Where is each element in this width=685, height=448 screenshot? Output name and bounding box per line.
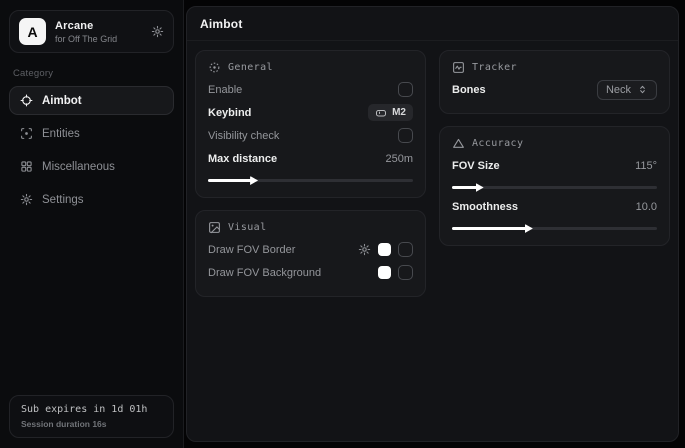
accuracy-card-header: Accuracy — [452, 137, 657, 150]
app-logo: A — [19, 18, 46, 45]
bones-label: Bones — [452, 84, 486, 96]
sidebar-item-aimbot[interactable]: Aimbot — [9, 86, 174, 115]
card-header-label: General — [228, 62, 273, 73]
bones-select[interactable]: Neck — [597, 80, 657, 100]
brand-text: Arcane for Off The Grid — [55, 20, 142, 44]
enable-row: Enable — [208, 78, 413, 101]
crosshair-icon — [20, 94, 33, 107]
content: General Enable Keybind M2 — [187, 41, 678, 306]
main-header: Aimbot — [187, 7, 678, 41]
fov-border-color-swatch[interactable] — [378, 243, 391, 256]
session-duration: Session duration 16s — [21, 419, 162, 429]
subscription-card: Sub expires in 1d 01h Session duration 1… — [9, 395, 174, 438]
smoothness-value: 10.0 — [636, 201, 657, 213]
visual-icon — [208, 221, 221, 234]
brand-card: A Arcane for Off The Grid — [9, 10, 174, 53]
sidebar-item-settings[interactable]: Settings — [9, 185, 174, 214]
bones-value: Neck — [606, 84, 631, 96]
general-icon — [208, 61, 221, 74]
main-panel: Aimbot General Enable Keybind — [186, 6, 679, 442]
fov-border-checkbox[interactable] — [398, 242, 413, 257]
card-header-label: Visual — [228, 222, 267, 233]
tracker-card-header: Tracker — [452, 61, 657, 74]
entities-icon — [20, 127, 33, 140]
app-name: Arcane — [55, 20, 142, 32]
fov-background-label: Draw FOV Background — [208, 267, 321, 279]
tracker-icon — [452, 61, 465, 74]
category-label: Category — [13, 68, 170, 79]
card-header-label: Accuracy — [472, 138, 523, 149]
card-header-label: Tracker — [472, 62, 517, 73]
slider-fill — [452, 186, 479, 189]
visual-card-header: Visual — [208, 221, 413, 234]
fov-size-row: FOV Size 115° — [452, 154, 657, 177]
fov-border-label: Draw FOV Border — [208, 244, 295, 256]
slider-thumb[interactable] — [476, 183, 484, 192]
smoothness-label: Smoothness — [452, 201, 518, 213]
max-distance-slider[interactable] — [208, 179, 413, 182]
slider-thumb[interactable] — [525, 224, 533, 233]
grid-icon — [20, 160, 33, 173]
sidebar-nav: Aimbot Entities Miscellaneous Settings — [9, 86, 174, 214]
page-title: Aimbot — [200, 17, 665, 31]
app-subtitle: for Off The Grid — [55, 34, 142, 44]
general-card-header: General — [208, 61, 413, 74]
visual-card: Visual Draw FOV Border — [195, 210, 426, 297]
gear-icon — [20, 193, 33, 206]
gear-icon[interactable] — [151, 25, 164, 38]
visibility-checkbox[interactable] — [398, 128, 413, 143]
keybind-value: M2 — [392, 107, 406, 118]
fov-background-color-swatch[interactable] — [378, 266, 391, 279]
sidebar-item-label: Entities — [42, 128, 80, 140]
visibility-label: Visibility check — [208, 130, 279, 142]
sidebar-item-label: Miscellaneous — [42, 161, 115, 173]
gear-icon[interactable] — [358, 243, 371, 256]
keybind-row: Keybind M2 — [208, 101, 413, 124]
smoothness-row: Smoothness 10.0 — [452, 195, 657, 218]
column-right: Tracker Bones Neck — [439, 50, 670, 297]
slider-fill — [452, 227, 528, 230]
enable-label: Enable — [208, 84, 242, 96]
slider-fill — [208, 179, 253, 182]
accuracy-card: Accuracy FOV Size 115° Smoothness 10.0 — [439, 126, 670, 246]
slider-thumb[interactable] — [250, 176, 258, 185]
max-distance-value: 250m — [385, 153, 413, 165]
sidebar-item-miscellaneous[interactable]: Miscellaneous — [9, 152, 174, 181]
subscription-expiry: Sub expires in 1d 01h — [21, 404, 162, 415]
visibility-row: Visibility check — [208, 124, 413, 147]
tracker-card: Tracker Bones Neck — [439, 50, 670, 114]
sidebar-item-entities[interactable]: Entities — [9, 119, 174, 148]
enable-checkbox[interactable] — [398, 82, 413, 97]
fov-background-checkbox[interactable] — [398, 265, 413, 280]
chevrons-up-down-icon — [637, 84, 648, 95]
max-distance-row: Max distance 250m — [208, 147, 413, 170]
fov-size-slider[interactable] — [452, 186, 657, 189]
fov-size-value: 115° — [635, 160, 657, 172]
sidebar-item-label: Aimbot — [42, 95, 82, 107]
sidebar: A Arcane for Off The Grid Category Aimbo… — [0, 0, 184, 448]
fov-border-row: Draw FOV Border — [208, 238, 413, 261]
fov-background-row: Draw FOV Background — [208, 261, 413, 284]
keybind-button[interactable]: M2 — [368, 104, 413, 121]
general-card: General Enable Keybind M2 — [195, 50, 426, 198]
fov-size-label: FOV Size — [452, 160, 500, 172]
keybind-label: Keybind — [208, 107, 251, 119]
accuracy-icon — [452, 137, 465, 150]
max-distance-label: Max distance — [208, 153, 277, 165]
bones-row: Bones Neck — [452, 78, 657, 101]
column-left: General Enable Keybind M2 — [195, 50, 426, 297]
smoothness-slider[interactable] — [452, 227, 657, 230]
sidebar-item-label: Settings — [42, 194, 84, 206]
mouse-icon — [375, 107, 387, 119]
